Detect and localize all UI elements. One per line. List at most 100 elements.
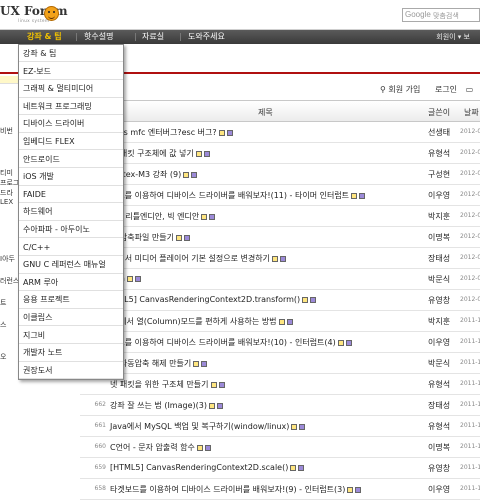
dropdown-item[interactable]: ARM 루아 <box>19 273 123 292</box>
attachment-icon <box>195 150 202 157</box>
dropdown-item[interactable]: 수아파파 - 아두이노 <box>19 221 123 239</box>
dropdown-item[interactable]: 지그비 <box>19 326 123 344</box>
nav-divider <box>135 33 136 41</box>
post-author[interactable]: 유영창 <box>428 463 450 474</box>
sidebar-text: 트 <box>0 299 7 307</box>
attachment-icon <box>351 192 358 199</box>
post-author[interactable]: 유형석 <box>428 148 450 159</box>
post-date: 2011-12 <box>460 422 480 429</box>
table-row[interactable]: 662 강좌 잘 쓰는 법 (Image)(3) 장태성 2011-12 <box>80 395 480 416</box>
post-author[interactable]: 이우영 <box>428 337 450 348</box>
dropdown-item[interactable]: 임베디드 FLEX <box>19 133 123 151</box>
sidebar-text: LEX <box>0 198 14 206</box>
dropdown-item[interactable]: 안드로이드 <box>19 150 123 168</box>
table-row[interactable]: 658 타겟보드를 이용하여 디바이스 드라이버를 배워보자!(9) - 인터럽트… <box>80 479 480 500</box>
table-row[interactable]: 우에서 미디어 플레이어 기본 설정으로 변경하기 장태성 2012-01 <box>80 248 480 269</box>
table-row[interactable]: 660 C언어 - 문자 압출력 함수 이명복 2011-12 <box>80 437 480 458</box>
post-title[interactable]: 보드를 이용하여 디바이스 드라이버를 배워보자!(11) - 타이머 인터럽트 <box>110 190 366 201</box>
post-author[interactable]: 유형석 <box>428 421 450 432</box>
post-title[interactable]: 타겟보드를 이용하여 디바이스 드라이버를 배워보자!(9) - 인터럽트(3) <box>110 484 362 495</box>
attachment-icon <box>271 255 278 262</box>
file-icon <box>298 464 305 471</box>
post-author[interactable]: 구성현 <box>428 169 450 180</box>
dropdown-item[interactable]: 응용 프로젝트 <box>19 291 123 309</box>
dropdown-item[interactable]: iOS 개발 <box>19 168 123 186</box>
table-row[interactable]: 661 Java에서 MySQL 백업 및 복구하기(window/linux) 유… <box>80 416 480 437</box>
table-row[interactable]: 보드를 이용하여 디바이스 드라이버를 배워보자!(10) - 인터럽트(4) 이… <box>80 332 480 353</box>
post-author[interactable]: 박지훈 <box>428 211 450 222</box>
dropdown-item[interactable]: 디바이스 드라이버 <box>19 115 123 133</box>
post-title[interactable]: 넷 패킷을 위한 구조체 만들기 <box>110 379 225 390</box>
post-author[interactable]: 장태성 <box>428 400 450 411</box>
post-author[interactable]: 이명복 <box>428 442 450 453</box>
dropdown-item[interactable]: 네트워크 프로그래밍 <box>19 97 123 116</box>
file-icon <box>201 360 208 367</box>
post-author[interactable]: 이우영 <box>428 484 450 495</box>
dropdown-item[interactable]: 개발자 노트 <box>19 344 123 362</box>
post-title[interactable]: se에서 열(Column)모드를 편하게 사용하는 방법 <box>110 316 293 327</box>
post-title[interactable]: Java에서 MySQL 백업 및 복구하기(window/linux) <box>110 421 306 432</box>
post-title[interactable]: lows mfc 엔터버그?esc 버그? <box>110 127 233 138</box>
table-row[interactable]: eda박문식2012-01 <box>80 269 480 290</box>
search-input[interactable]: Google 맞춤검색 <box>402 8 480 22</box>
post-date: 2012-01 <box>460 212 480 219</box>
post-author[interactable]: 선생태 <box>428 127 450 138</box>
file-icon <box>355 486 362 493</box>
sidebar-text: 스 <box>0 321 7 329</box>
table-row[interactable]: cortex-M3 강좌 (9)구성현2012-01 <box>80 164 480 185</box>
dropdown-item[interactable]: C/C++ <box>19 238 123 256</box>
account-toolbar: ⚲ 회원 가입 로그인 ▭ <box>380 84 480 96</box>
table-row[interactable]: 보드를 이용하여 디바이스 드라이버를 배워보자!(11) - 타이머 인터럽트… <box>80 185 480 206</box>
dropdown-item[interactable]: FAIDE <box>19 185 123 204</box>
dropdown-item[interactable]: GNU C 레퍼런스 매뉴얼 <box>19 256 123 274</box>
post-date: 2012-01 <box>460 275 480 282</box>
post-author[interactable]: 장태성 <box>428 253 450 264</box>
post-author[interactable]: 이명복 <box>428 232 450 243</box>
post-author[interactable]: 박문식 <box>428 274 450 285</box>
post-date: 2011-12 <box>460 485 480 492</box>
post-title[interactable]: 스 자동압축 해제 만들기 <box>110 358 208 369</box>
dropdown-item[interactable]: 권장도서 <box>19 361 123 380</box>
table-row[interactable]: lows mfc 엔터버그?esc 버그? 선생태 2012-01 <box>80 122 480 143</box>
nav-item-downloads[interactable]: 자료실 <box>142 30 164 44</box>
dropdown-item[interactable]: 이클립스 <box>19 309 123 327</box>
table-header: 제목 글쓴이 날짜 <box>80 100 480 122</box>
post-title[interactable]: C언어 - 문자 압출력 함수 <box>110 442 211 453</box>
post-title[interactable]: 우에서 미디어 플레이어 기본 설정으로 변경하기 <box>110 253 286 264</box>
sidebar-text: 오 <box>0 353 7 361</box>
post-date: 2011-12 <box>460 401 480 408</box>
table-row[interactable]: 스 자동압축 해제 만들기 박문식 2011-12 <box>80 353 480 374</box>
table-row[interactable]: 이 - 리틀엔디안, 빅 엔디안 박지훈 2012-01 <box>80 206 480 227</box>
post-title[interactable]: 강좌 잘 쓰는 법 (Image)(3) <box>110 400 223 411</box>
member-menu[interactable]: 회원이 ▾ 보 <box>436 30 470 44</box>
post-author[interactable]: 박지훈 <box>428 316 450 327</box>
post-number: 662 <box>94 401 106 408</box>
signup-link[interactable]: ⚲ 회원 가입 <box>380 85 426 94</box>
nav-item-help[interactable]: 도와주세요 <box>188 30 225 44</box>
file-icon <box>183 234 190 241</box>
dropdown-item[interactable]: EZ-보드 <box>19 62 123 80</box>
nav-item-functions[interactable]: 핫수설명 <box>84 30 113 44</box>
table-row[interactable]: se에서 열(Column)모드를 편하게 사용하는 방법 박지훈 2011-12 <box>80 311 480 332</box>
dropdown-item[interactable]: 그래픽 & 멀티미디어 <box>19 80 123 98</box>
dropdown-item[interactable]: 강좌 & 팁 <box>19 45 123 63</box>
post-title[interactable]: 넷 패킷 구조체에 값 넣기 <box>110 148 210 159</box>
dropdown-item[interactable]: 하드웨어 <box>19 203 123 221</box>
table-row[interactable]: 659 [HTML5] CanvasRenderingContext2D.scal… <box>80 458 480 479</box>
post-title[interactable]: ITML5] CanvasRenderingContext2D.transfor… <box>110 295 317 304</box>
nav-item-lectures[interactable]: 강좌 & 팁 <box>27 30 62 44</box>
post-title[interactable]: [HTML5] CanvasRenderingContext2D.scale() <box>110 463 305 472</box>
table-row[interactable]: 넷 패킷 구조체에 값 넣기 유형석 2012-01 <box>80 143 480 164</box>
login-link[interactable]: 로그인 ▭ <box>435 85 473 94</box>
post-author[interactable]: 유형석 <box>428 379 450 390</box>
attachment-icon <box>175 234 182 241</box>
table-row[interactable]: 로 압축파일 만들기이명복2012-01 <box>80 227 480 248</box>
post-author[interactable]: 이우영 <box>428 190 450 201</box>
post-date: 2011-12 <box>460 380 480 387</box>
post-author[interactable]: 유영창 <box>428 295 450 306</box>
table-row[interactable]: ITML5] CanvasRenderingContext2D.transfor… <box>80 290 480 311</box>
post-title[interactable]: 이 - 리틀엔디안, 빅 엔디안 <box>110 211 216 222</box>
post-author[interactable]: 박문식 <box>428 358 450 369</box>
table-row[interactable]: 넷 패킷을 위한 구조체 만들기 유형석 2011-12 <box>80 374 480 395</box>
post-title[interactable]: 보드를 이용하여 디바이스 드라이버를 배워보자!(10) - 인터럽트(4) <box>110 337 352 348</box>
